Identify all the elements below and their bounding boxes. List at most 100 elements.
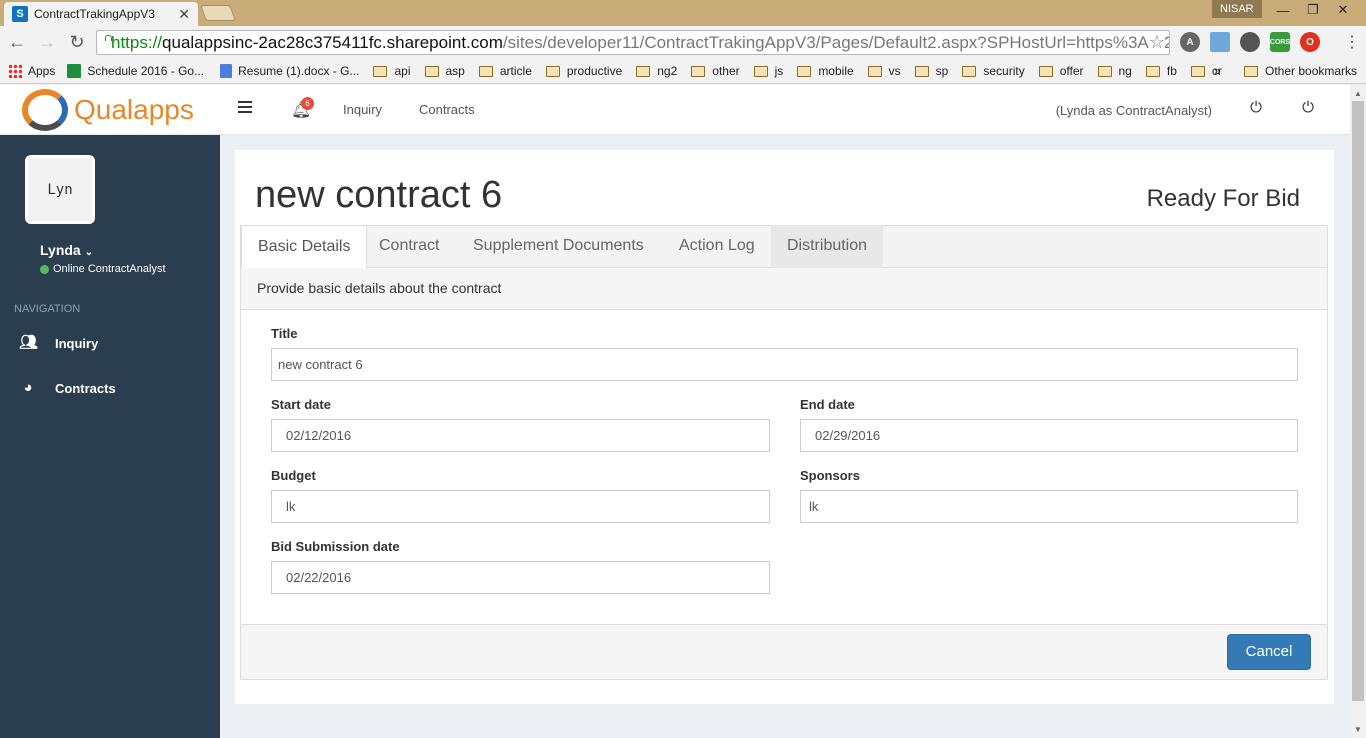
bookmark-folder[interactable]: article bbox=[478, 64, 532, 78]
bookmark-folder[interactable]: vs bbox=[867, 64, 901, 78]
restore-icon[interactable]: ❐ bbox=[1298, 0, 1328, 20]
bookmark-folder[interactable]: security bbox=[962, 64, 1025, 78]
sheets-icon bbox=[67, 64, 82, 78]
power-icon[interactable]: ⏻ bbox=[1248, 99, 1264, 116]
bookmark-folder[interactable]: mobile bbox=[797, 64, 854, 78]
user-status: Online ContractAnalyst bbox=[40, 263, 166, 275]
bookmark-folder[interactable]: productive bbox=[545, 64, 622, 78]
end-date-input[interactable]: 02/29/2016 bbox=[800, 419, 1298, 452]
user-status-text: Online ContractAnalyst bbox=[53, 263, 166, 275]
new-tab-button[interactable] bbox=[200, 5, 236, 21]
sidebar: Lyn Lynda ⌄ Online ContractAnalyst NAVIG… bbox=[0, 135, 220, 738]
section-heading: Provide basic details about the contract bbox=[240, 268, 1328, 310]
qualapps-logo[interactable]: Qualapps bbox=[22, 89, 194, 131]
tab-contract[interactable]: Contract bbox=[363, 225, 455, 268]
folder-icon bbox=[1244, 65, 1258, 77]
profile-button[interactable]: NISAR bbox=[1212, 0, 1262, 18]
tab-bar: Basic Details Contract Supplement Docume… bbox=[240, 225, 1328, 269]
tab-supplement-documents[interactable]: Supplement Documents bbox=[457, 225, 660, 268]
extension-flag-icon[interactable] bbox=[1210, 32, 1230, 52]
browser-tab-title: ContractTrakingAppV3 bbox=[34, 7, 155, 21]
sidebar-item-inquiry[interactable]: 👥︎ Inquiry bbox=[19, 335, 98, 351]
bookmark-folder[interactable]: js bbox=[753, 64, 783, 78]
bid-submission-input[interactable]: 02/22/2016 bbox=[271, 561, 770, 594]
extension-icons: A CORS O bbox=[1180, 32, 1320, 52]
title-label: Title bbox=[271, 326, 298, 341]
scroll-down-icon[interactable]: ▼ bbox=[1354, 725, 1362, 734]
folder-icon bbox=[962, 65, 977, 77]
topnav-contracts[interactable]: Contracts bbox=[419, 102, 475, 117]
sponsors-input[interactable]: lk bbox=[800, 490, 1298, 523]
address-bar[interactable]: https:// qualappsinc-2ac28c375411fc.shar… bbox=[96, 30, 1170, 55]
hamburger-menu-icon[interactable] bbox=[238, 101, 252, 116]
folder-icon bbox=[478, 65, 493, 77]
page-title: new contract 6 bbox=[255, 174, 503, 216]
url-scheme: https:// bbox=[111, 32, 163, 52]
sidebar-item-contracts[interactable]: ◕ Contracts bbox=[19, 379, 115, 396]
notification-badge: 6 bbox=[301, 97, 314, 110]
online-dot-icon bbox=[40, 264, 49, 274]
form-footer: Cancel bbox=[240, 624, 1328, 680]
tab-distribution[interactable]: Distribution bbox=[771, 225, 884, 268]
app-header: Qualapps 🔔︎ Inquiry Contracts (Lynda as … bbox=[0, 85, 1350, 135]
scroll-up-icon[interactable]: ▲ bbox=[1354, 89, 1362, 98]
start-date-input[interactable]: 02/12/2016 bbox=[271, 419, 770, 452]
browser-tab[interactable]: S ContractTrakingAppV3 ✕ bbox=[4, 2, 198, 26]
bookmark-item[interactable]: Schedule 2016 - Go... bbox=[67, 64, 204, 78]
dashboard-icon: ◕ bbox=[23, 379, 33, 396]
folder-icon bbox=[545, 65, 560, 77]
bookmark-folder[interactable]: fb bbox=[1145, 64, 1177, 78]
bookmarks-bar: Apps Schedule 2016 - Go... Resume (1).do… bbox=[0, 59, 1366, 84]
other-bookmarks[interactable]: » Other bookmarks bbox=[1214, 64, 1357, 78]
logo-ring-icon bbox=[22, 89, 68, 131]
user-name: Lynda bbox=[40, 242, 81, 258]
title-input[interactable]: new contract 6 bbox=[271, 348, 1298, 381]
folder-icon bbox=[1190, 65, 1205, 77]
contract-status: Ready For Bid bbox=[1146, 185, 1300, 212]
logout-power-icon[interactable]: ⏻ bbox=[1300, 99, 1316, 116]
folder-icon bbox=[914, 65, 929, 77]
chevron-down-icon: ⌄ bbox=[84, 247, 93, 258]
folder-icon bbox=[867, 65, 882, 77]
bookmark-item[interactable]: Resume (1).docx - G... bbox=[220, 64, 359, 78]
bookmark-folder[interactable]: ng2 bbox=[636, 64, 677, 78]
user-menu[interactable]: Lynda ⌄ bbox=[40, 242, 93, 258]
browser-menu-icon[interactable]: ⋮ bbox=[1344, 32, 1360, 52]
scroll-thumb[interactable] bbox=[1352, 101, 1364, 701]
url-path: /sites/developer11/ContractTrakingAppV3/… bbox=[502, 32, 1170, 52]
bid-submission-label: Bid Submission date bbox=[271, 539, 400, 554]
tab-action-log[interactable]: Action Log bbox=[663, 225, 771, 268]
browser-toolbar: ← → ↻ https:// qualappsinc-2ac28c375411f… bbox=[0, 26, 1366, 59]
extension-globe-icon[interactable] bbox=[1240, 32, 1260, 52]
folder-icon bbox=[373, 65, 388, 77]
bookmark-folder[interactable]: api bbox=[373, 64, 411, 78]
bookmark-folder[interactable]: sp bbox=[914, 64, 948, 78]
reload-icon[interactable]: ↻ bbox=[64, 32, 90, 53]
opera-extension-icon[interactable]: O bbox=[1300, 32, 1320, 52]
folder-icon bbox=[1038, 65, 1053, 77]
bookmark-folder[interactable]: offer bbox=[1038, 64, 1084, 78]
avatar[interactable]: Lyn bbox=[25, 155, 95, 224]
url-host: qualappsinc-2ac28c375411fc.sharepoint.co… bbox=[162, 32, 503, 52]
extension-a-icon[interactable]: A bbox=[1180, 32, 1200, 52]
bookmark-folder[interactable]: other bbox=[691, 64, 740, 78]
bookmark-folder[interactable]: asp bbox=[424, 64, 465, 78]
window-controls: — ❐ ✕ bbox=[1268, 0, 1358, 20]
docs-icon bbox=[220, 64, 233, 78]
end-date-label: End date bbox=[800, 397, 855, 412]
forward-icon[interactable]: → bbox=[34, 32, 60, 53]
close-tab-icon[interactable]: ✕ bbox=[178, 6, 190, 23]
bookmark-folder[interactable]: ng bbox=[1097, 64, 1132, 78]
budget-input[interactable]: lk bbox=[271, 490, 770, 523]
minimize-icon[interactable]: — bbox=[1268, 0, 1298, 20]
bookmark-apps[interactable]: Apps bbox=[8, 64, 55, 78]
close-window-icon[interactable]: ✕ bbox=[1328, 0, 1358, 20]
bookmarks-overflow-icon[interactable]: » bbox=[1214, 64, 1221, 78]
back-icon[interactable]: ← bbox=[4, 32, 30, 53]
bookmark-star-icon[interactable]: ☆ bbox=[1148, 32, 1165, 53]
topnav-inquiry[interactable]: Inquiry bbox=[343, 102, 382, 117]
tab-basic-details[interactable]: Basic Details bbox=[241, 225, 368, 269]
page-scrollbar[interactable]: ▲ ▼ bbox=[1350, 85, 1366, 738]
cors-extension-icon[interactable]: CORS bbox=[1270, 32, 1290, 52]
cancel-button[interactable]: Cancel bbox=[1227, 634, 1311, 670]
